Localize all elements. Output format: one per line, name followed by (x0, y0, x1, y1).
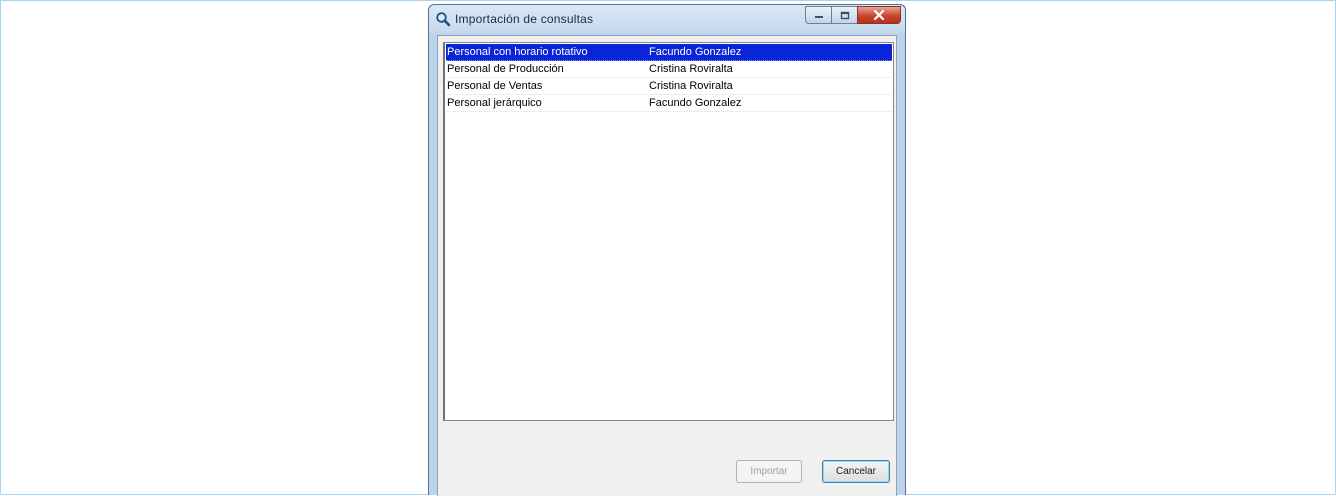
close-icon (873, 10, 885, 20)
query-name: Personal con horario rotativo (447, 46, 588, 58)
query-owner: Facundo Gonzalez (649, 97, 742, 109)
query-name: Personal de Ventas (447, 80, 543, 92)
query-owner: Cristina Roviralta (649, 80, 733, 92)
cancel-button[interactable]: Cancelar (822, 460, 890, 483)
list-item[interactable]: Personal jerárquico Facundo Gonzalez (446, 95, 892, 112)
query-owner: Facundo Gonzalez (649, 46, 742, 58)
query-owner: Cristina Roviralta (649, 63, 733, 75)
magnifier-icon (436, 12, 451, 27)
query-list[interactable]: Personal con horario rotativo Facundo Go… (443, 42, 894, 421)
list-item[interactable]: Personal de Ventas Cristina Roviralta (446, 78, 892, 95)
maximize-icon (840, 11, 849, 19)
window-controls (805, 6, 901, 24)
query-name: Personal de Producción (447, 63, 564, 75)
list-item[interactable]: Personal con horario rotativo Facundo Go… (446, 44, 892, 61)
title-bar[interactable]: Importación de consultas (429, 5, 905, 33)
minimize-icon (814, 16, 823, 18)
window-title: Importación de consultas (455, 12, 594, 26)
import-button[interactable]: Importar (736, 460, 802, 483)
maximize-button[interactable] (831, 6, 857, 24)
query-name: Personal jerárquico (447, 97, 542, 109)
dialog-window: Importación de consultas Personal con ho… (428, 4, 906, 496)
dialog-client-area: Personal con horario rotativo Facundo Go… (437, 35, 897, 496)
close-button[interactable] (857, 6, 901, 24)
list-item[interactable]: Personal de Producción Cristina Roviralt… (446, 61, 892, 78)
minimize-button[interactable] (805, 6, 831, 24)
